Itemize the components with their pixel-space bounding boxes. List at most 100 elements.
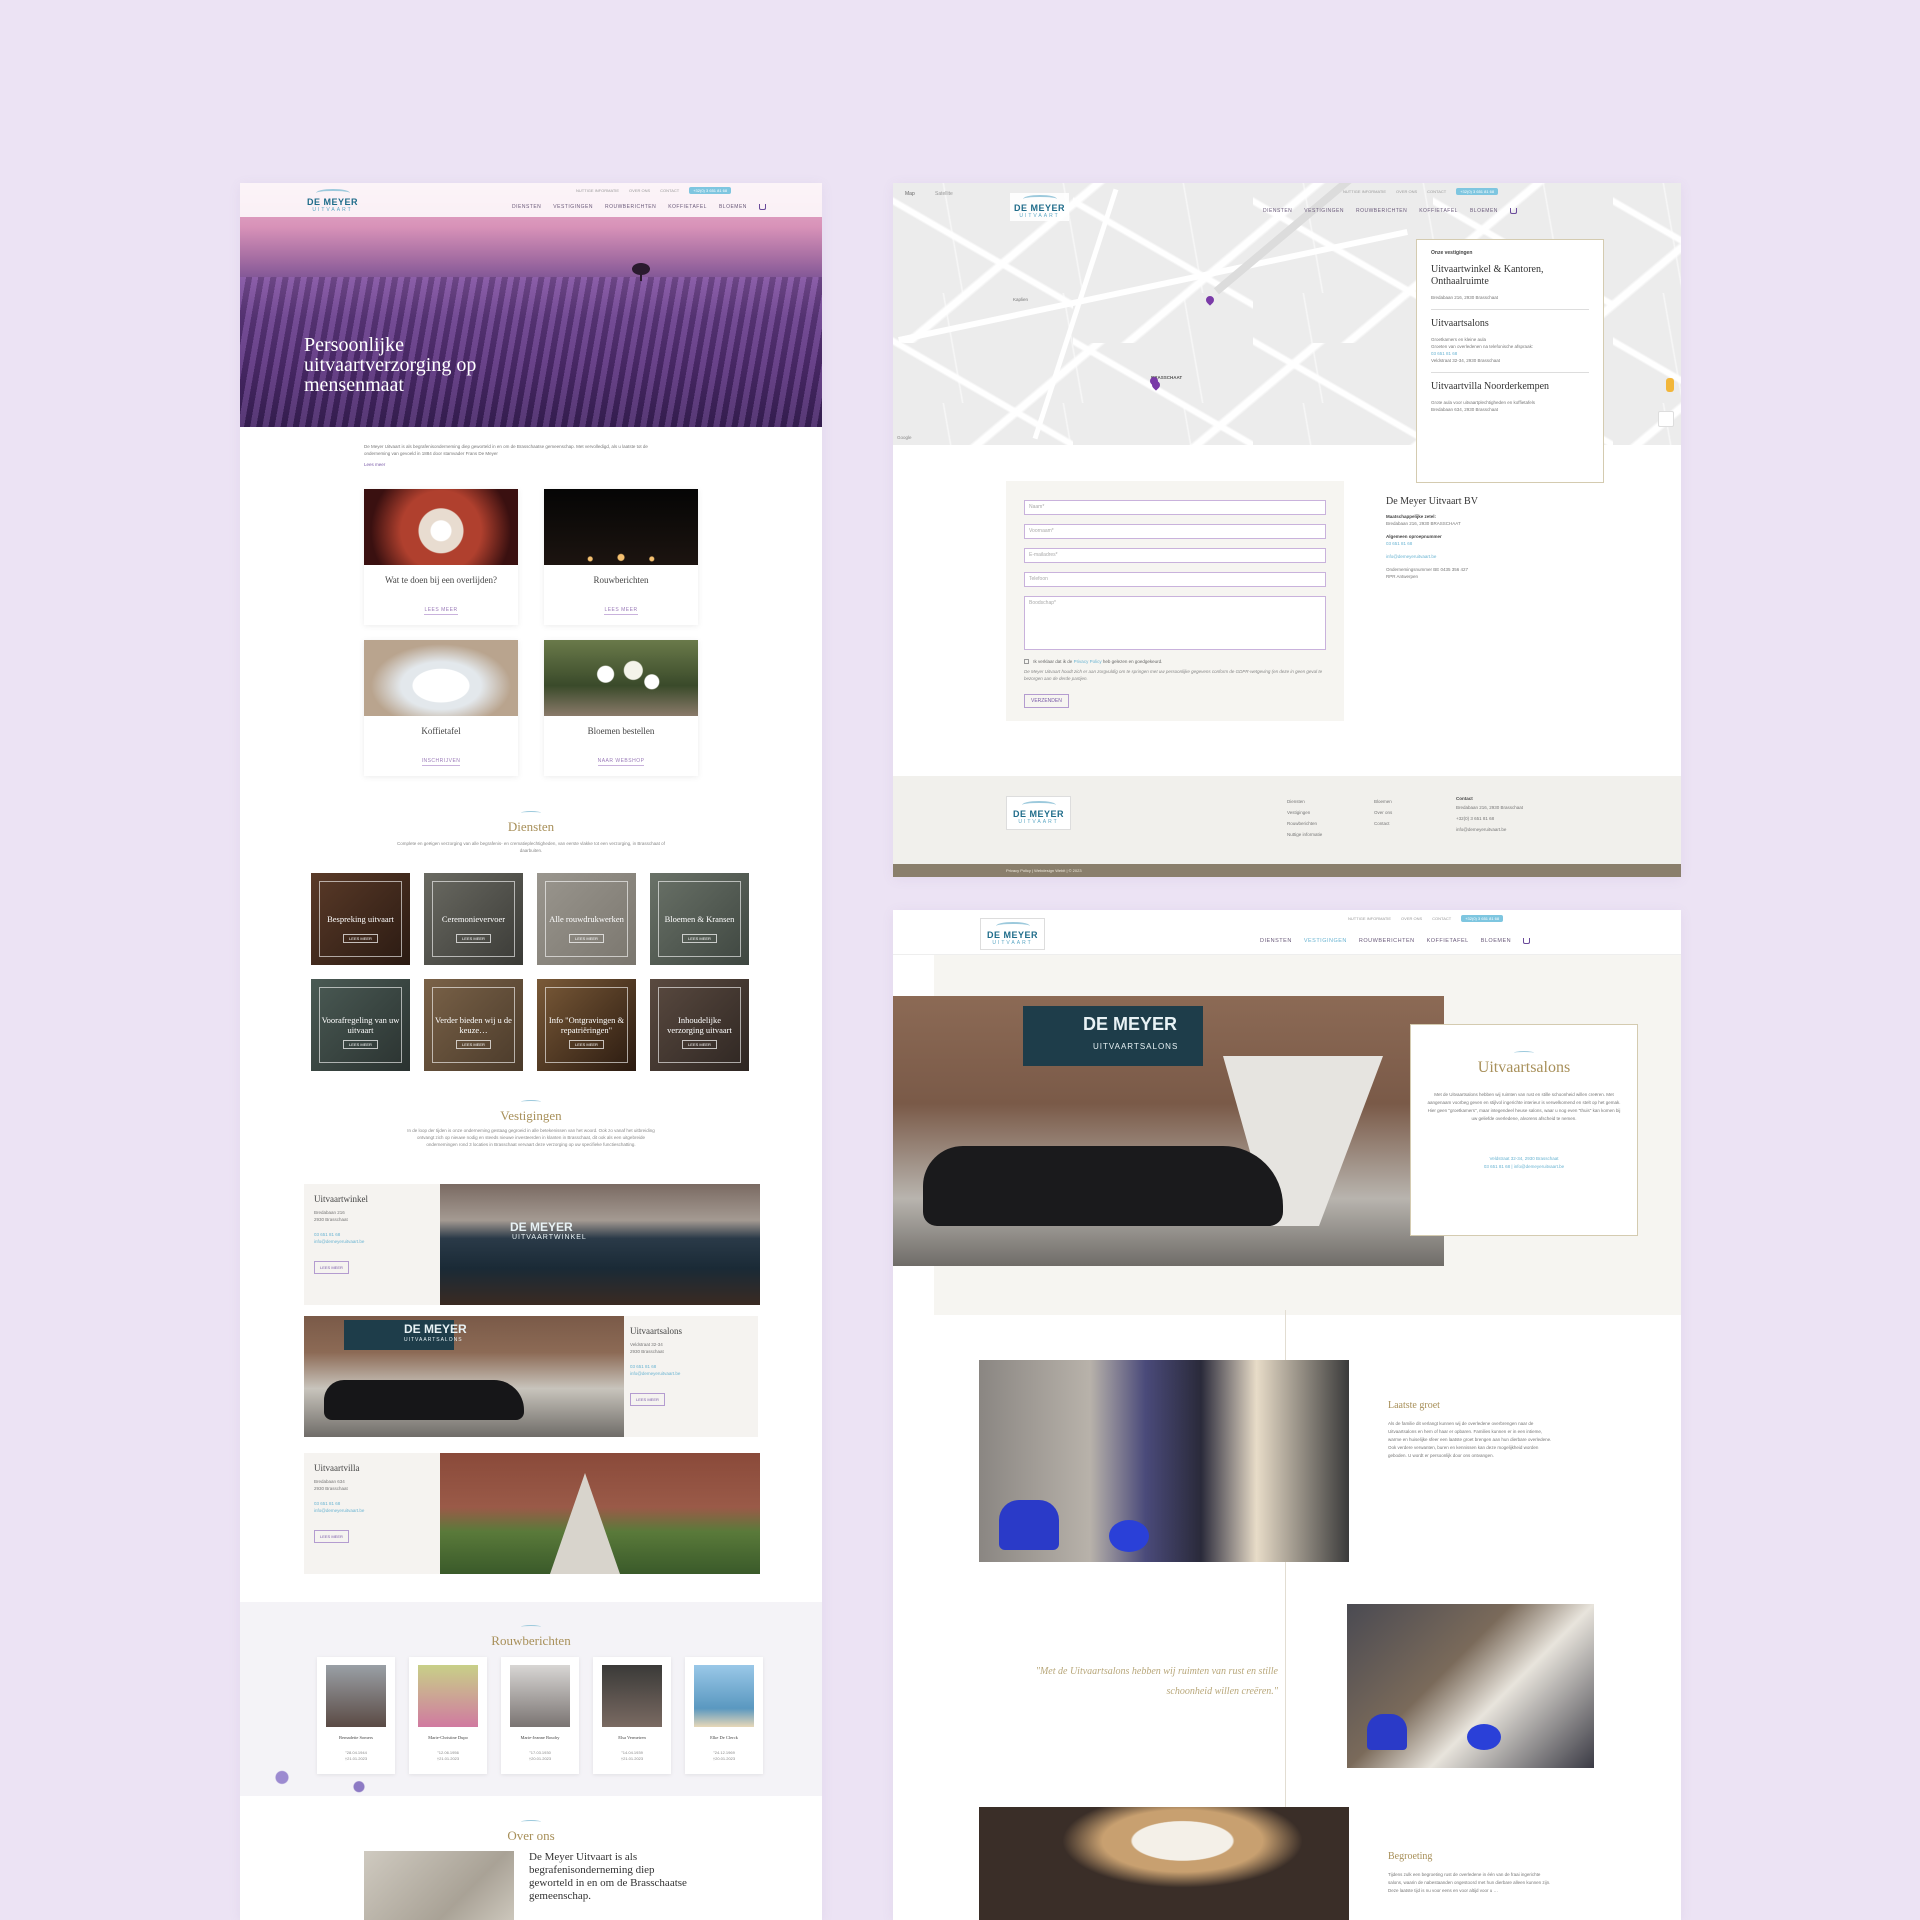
- util-link-over[interactable]: OVER ONS: [1396, 189, 1417, 194]
- tile-voorafregeling[interactable]: Voorafregeling van uw uitvaart LEES MEER: [311, 979, 410, 1071]
- tile-button[interactable]: LEES MEER: [456, 934, 491, 943]
- footer-link[interactable]: Diensten: [1287, 796, 1322, 807]
- firstname-field[interactable]: Voornaam*: [1024, 524, 1326, 539]
- menu-rouwberichten[interactable]: ROUWBERICHTEN: [1359, 938, 1415, 944]
- card-koffietafel[interactable]: Koffietafel INSCHRIJVEN: [364, 640, 518, 776]
- email-field[interactable]: E-mailadres*: [1024, 548, 1326, 563]
- location-email[interactable]: info@demeyeruitvaart.be: [630, 1370, 750, 1377]
- menu-vestigingen[interactable]: VESTIGINGEN: [1304, 208, 1344, 214]
- menu-koffietafel[interactable]: KOFFIETAFEL: [1427, 938, 1469, 944]
- begroeting-title: Begroeting: [1388, 1851, 1433, 1862]
- util-link-contact[interactable]: CONTACT: [660, 188, 679, 193]
- tile-ceremonievervoer[interactable]: Ceremonievervoer LEES MEER: [424, 873, 523, 965]
- location-email[interactable]: info@demeyeruitvaart.be: [314, 1238, 434, 1245]
- util-link-contact[interactable]: CONTACT: [1427, 189, 1446, 194]
- menu-koffietafel[interactable]: KOFFIETAFEL: [668, 204, 707, 210]
- menu-bloemen[interactable]: BLOEMEN: [719, 204, 747, 210]
- map-pin-icon[interactable]: [1204, 294, 1216, 306]
- obituary-card[interactable]: Marie-Jeanne Boudry °17.03.1930 †20.01.20…: [501, 1657, 579, 1774]
- util-link-over[interactable]: OVER ONS: [1401, 916, 1422, 921]
- obituary-card[interactable]: Elke De Clerck °24.12.1969 †20.01.2023: [685, 1657, 763, 1774]
- util-link-contact[interactable]: CONTACT: [1432, 916, 1451, 921]
- tile-bespreking[interactable]: Bespreking uitvaart LEES MEER: [311, 873, 410, 965]
- footer-phone[interactable]: +32(0) 3 651 81 68: [1456, 813, 1523, 824]
- general-phone[interactable]: 03 651 81 68: [1386, 540, 1586, 547]
- consent-checkbox[interactable]: [1024, 659, 1029, 665]
- salons-sign-line2: UITVAARTSALONS: [1093, 1042, 1179, 1051]
- tile-button[interactable]: LEES MEER: [682, 1040, 717, 1049]
- footer-link[interactable]: Nuttige informatie: [1287, 829, 1322, 840]
- tile-button[interactable]: LEES MEER: [569, 1040, 604, 1049]
- tile-ontgravingen[interactable]: Info "Ontgravingen & repatriëringen" LEES…: [537, 979, 636, 1071]
- privacy-policy-link[interactable]: Privacy Policy: [1074, 659, 1102, 664]
- obituary-card[interactable]: Marie-Christine Dupo °12.06.1956 †21.01.2…: [409, 1657, 487, 1774]
- card-link[interactable]: NAAR WEBSHOP: [544, 758, 698, 766]
- tile-rouwdrukwerken[interactable]: Alle rouwdrukwerken LEES MEER: [537, 873, 636, 965]
- location-button[interactable]: LEES MEER: [630, 1393, 665, 1406]
- location-button[interactable]: LEES MEER: [314, 1261, 349, 1274]
- footer-link[interactable]: Rouwberichten: [1287, 818, 1322, 829]
- menu-diensten[interactable]: DIENSTEN: [512, 204, 541, 210]
- menu-diensten[interactable]: DIENSTEN: [1260, 938, 1292, 944]
- cart-icon[interactable]: [1509, 208, 1517, 214]
- obituary-card[interactable]: Elsa Vermeiren °14.04.1939 †21.01.2023: [593, 1657, 671, 1774]
- card-bloemen[interactable]: Bloemen bestellen NAAR WEBSHOP: [544, 640, 698, 776]
- message-field[interactable]: Boodschap*: [1024, 596, 1326, 650]
- location-button[interactable]: LEES MEER: [314, 1530, 349, 1543]
- logo[interactable]: DE MEYER UITVAART: [307, 189, 358, 213]
- card-link[interactable]: LEES MEER: [544, 607, 698, 615]
- menu-rouwberichten[interactable]: ROUWBERICHTEN: [605, 204, 656, 210]
- tile-verder[interactable]: Verder bieden wij u de keuze… LEES MEER: [424, 979, 523, 1071]
- phone-button[interactable]: +32(0) 3 651 81 68: [1461, 915, 1504, 922]
- footer-link[interactable]: Bloemen: [1374, 796, 1392, 807]
- logo[interactable]: DE MEYER UITVAART: [1010, 193, 1070, 221]
- cart-icon[interactable]: [1523, 938, 1531, 944]
- util-link-info[interactable]: NUTTIGE INFORMATIE: [576, 188, 619, 193]
- company-email[interactable]: info@demeyeruitvaart.be: [1386, 553, 1586, 560]
- name-field[interactable]: Naam*: [1024, 500, 1326, 515]
- location-phone[interactable]: 03 651 81 68: [630, 1363, 750, 1370]
- cart-icon[interactable]: [758, 204, 766, 210]
- menu-rouwberichten[interactable]: ROUWBERICHTEN: [1356, 208, 1407, 214]
- menu-vestigingen-active[interactable]: VESTIGINGEN: [1304, 938, 1347, 944]
- util-link-info[interactable]: NUTTIGE INFORMATIE: [1343, 189, 1386, 194]
- location-phone[interactable]: 03 651 81 68: [1431, 351, 1457, 356]
- menu-diensten[interactable]: DIENSTEN: [1263, 208, 1292, 214]
- phone-button[interactable]: +32(0) 3 651 81 68: [1456, 188, 1499, 195]
- menu-vestigingen[interactable]: VESTIGINGEN: [553, 204, 593, 210]
- location-email[interactable]: info@demeyeruitvaart.be: [314, 1507, 434, 1514]
- tile-button[interactable]: LEES MEER: [456, 1040, 491, 1049]
- location-phone[interactable]: 03 651 81 68: [314, 1500, 434, 1507]
- card-rouwberichten[interactable]: Rouwberichten LEES MEER: [544, 489, 698, 625]
- footer-link[interactable]: Vestigingen: [1287, 807, 1322, 818]
- menu-bloemen[interactable]: BLOEMEN: [1481, 938, 1511, 944]
- pegman-icon[interactable]: [1666, 378, 1674, 392]
- footer-email[interactable]: info@demeyeruitvaart.be: [1456, 824, 1523, 835]
- obituary-card[interactable]: Bernadette Somers °28.04.1944 †21.01.2023: [317, 1657, 395, 1774]
- menu-koffietafel[interactable]: KOFFIETAFEL: [1419, 208, 1458, 214]
- phone-field[interactable]: Telefoon: [1024, 572, 1326, 587]
- card-overlijden[interactable]: Wat te doen bij een overlijden? LEES MEE…: [364, 489, 518, 625]
- card-title: Bloemen bestellen: [587, 726, 655, 736]
- intro-more-link[interactable]: Lees meer: [364, 461, 664, 468]
- card-link[interactable]: INSCHRIJVEN: [364, 758, 518, 766]
- footer-link[interactable]: Over ons: [1374, 807, 1392, 818]
- tile-button[interactable]: LEES MEER: [682, 934, 717, 943]
- util-link-info[interactable]: NUTTIGE INFORMATIE: [1348, 916, 1391, 921]
- phone-button[interactable]: +32(0) 3 651 81 68: [689, 187, 732, 194]
- salons-contact[interactable]: 03 651 81 68 | info@demeyeruitvaart.be: [1427, 1163, 1621, 1171]
- footer-logo[interactable]: DE MEYER UITVAART: [1006, 796, 1072, 830]
- location-phone[interactable]: 03 651 81 68: [314, 1231, 434, 1238]
- menu-bloemen[interactable]: BLOEMEN: [1470, 208, 1498, 214]
- tile-inhoudelijke-verzorging[interactable]: Inhoudelijke verzorging uitvaart LEES MEE…: [650, 979, 749, 1071]
- logo-wing-icon: [315, 189, 350, 197]
- send-button[interactable]: VERZENDEN: [1024, 694, 1069, 709]
- tile-bloemen-kransen[interactable]: Bloemen & Kransen LEES MEER: [650, 873, 749, 965]
- tile-button[interactable]: LEES MEER: [343, 1040, 378, 1049]
- footer-link[interactable]: Contact: [1374, 818, 1392, 829]
- tile-button[interactable]: LEES MEER: [343, 934, 378, 943]
- logo[interactable]: DE MEYER UITVAART: [980, 918, 1046, 950]
- util-link-over[interactable]: OVER ONS: [629, 188, 650, 193]
- card-link[interactable]: LEES MEER: [364, 607, 518, 615]
- tile-button[interactable]: LEES MEER: [569, 934, 604, 943]
